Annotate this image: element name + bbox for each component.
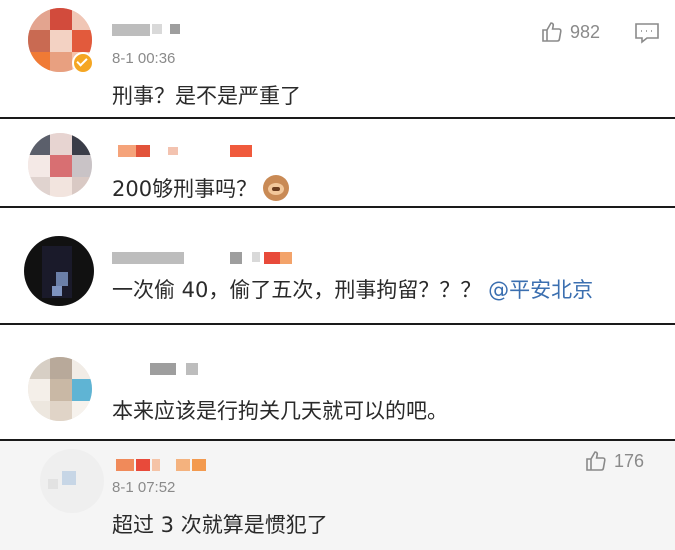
like-button[interactable]: 176 <box>584 449 644 473</box>
comment-1: 8-1 00:36 刑事？是不是严重了 982 <box>0 0 675 117</box>
avatar[interactable] <box>28 357 92 421</box>
like-button[interactable]: 982 <box>540 20 600 44</box>
avatar[interactable] <box>28 133 92 197</box>
like-count: 982 <box>570 21 601 42</box>
verified-badge-icon <box>72 52 94 74</box>
comment-text: 本来应该是行拘关几天就可以的吧。 <box>112 399 448 423</box>
comment-3: 一次偷 40，偷了五次，刑事拘留？？？ @平安北京 <box>0 208 675 323</box>
avatar[interactable] <box>24 236 94 306</box>
comment-2: 200够刑事吗？ <box>0 119 675 206</box>
like-count: 176 <box>614 450 645 471</box>
comment-timestamp: 8-1 00:36 <box>112 50 176 67</box>
comment-text: 200够刑事吗？ <box>112 173 290 203</box>
comment-text: 一次偷 40，偷了五次，刑事拘留？？？ @平安北京 <box>112 274 593 304</box>
comment-text-content: 一次偷 40，偷了五次，刑事拘留？？？ <box>112 278 482 302</box>
comment-text-content: 200够刑事吗？ <box>112 177 258 201</box>
thumbs-up-icon <box>542 22 562 42</box>
thumbs-up-icon <box>586 451 606 471</box>
comment-timestamp: 8-1 07:52 <box>112 479 176 496</box>
username-blurred[interactable] <box>150 363 210 375</box>
monkey-see-no-evil-emoji-icon <box>263 175 290 201</box>
avatar[interactable] <box>40 449 104 513</box>
comment-text: 刑事？是不是严重了 <box>112 84 301 108</box>
mention-link[interactable]: @平安北京 <box>488 278 593 302</box>
username-blurred[interactable] <box>112 252 312 264</box>
username-blurred[interactable] <box>118 145 258 157</box>
comment-text: 超过 3 次就算是惯犯了 <box>112 513 328 537</box>
comment-4: 本来应该是行拘关几天就可以的吧。 <box>0 325 675 439</box>
comment-icon[interactable] <box>634 22 660 44</box>
username-blurred[interactable] <box>116 459 226 471</box>
comment-5: 8-1 07:52 超过 3 次就算是惯犯了 176 <box>0 441 675 550</box>
username-blurred[interactable] <box>112 24 182 36</box>
